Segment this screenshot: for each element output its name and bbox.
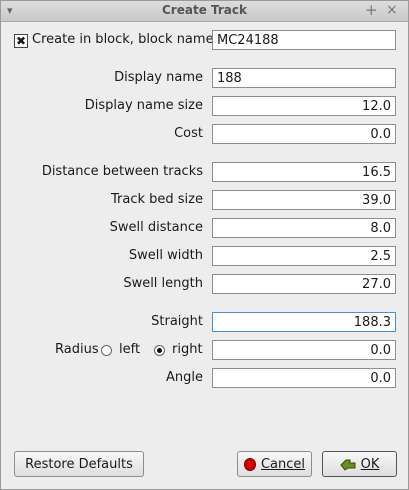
swell-width-field[interactable] xyxy=(212,246,396,266)
ok-icon xyxy=(339,459,356,471)
swell-distance-field[interactable] xyxy=(212,218,396,238)
ok-button[interactable]: OK xyxy=(322,451,397,477)
swell-length-label: Swell length xyxy=(123,276,203,291)
cancel-icon xyxy=(244,457,256,471)
title-bar: ▾ Create Track + × xyxy=(1,1,408,22)
block-name-field[interactable] xyxy=(212,30,396,50)
radius-label: Radius xyxy=(55,342,99,357)
radius-field[interactable] xyxy=(212,340,396,360)
restore-defaults-button[interactable]: Restore Defaults xyxy=(14,451,144,477)
radius-right-label: right xyxy=(172,342,203,357)
cancel-button[interactable]: Cancel xyxy=(237,451,312,477)
create-in-block-checkbox[interactable]: ✖ xyxy=(14,34,28,48)
straight-field[interactable] xyxy=(212,312,396,332)
create-track-dialog: ▾ Create Track + × ✖ Create in block, bl… xyxy=(0,0,409,490)
display-name-size-label: Display name size xyxy=(84,98,203,113)
restore-defaults-label: Restore Defaults xyxy=(25,456,133,472)
angle-label: Angle xyxy=(166,370,203,385)
display-name-field[interactable] xyxy=(212,68,396,88)
angle-field[interactable] xyxy=(212,368,396,388)
close-icon[interactable]: × xyxy=(386,2,398,18)
cost-field[interactable] xyxy=(212,124,396,144)
create-in-block-label: Create in block, block name xyxy=(32,32,214,47)
distance-between-tracks-label: Distance between tracks xyxy=(41,164,203,179)
radio-selected-dot xyxy=(157,348,162,353)
display-name-label: Display name xyxy=(114,70,203,85)
cost-label: Cost xyxy=(174,126,203,141)
straight-label: Straight xyxy=(151,314,203,329)
radius-left-label: left xyxy=(119,342,141,357)
swell-width-label: Swell width xyxy=(128,248,203,263)
swell-distance-label: Swell distance xyxy=(109,220,203,235)
display-name-size-field[interactable] xyxy=(212,96,396,116)
ok-label: OK xyxy=(360,456,380,472)
distance-between-tracks-field[interactable] xyxy=(212,162,396,182)
cancel-label: Cancel xyxy=(260,456,305,472)
window-title: Create Track xyxy=(162,3,247,17)
maximize-icon[interactable]: + xyxy=(365,1,378,19)
radius-left-radio[interactable] xyxy=(101,345,112,356)
track-bed-size-field[interactable] xyxy=(212,190,396,210)
radius-right-radio[interactable] xyxy=(154,345,165,356)
track-bed-size-label: Track bed size xyxy=(111,192,203,207)
swell-length-field[interactable] xyxy=(212,274,396,294)
